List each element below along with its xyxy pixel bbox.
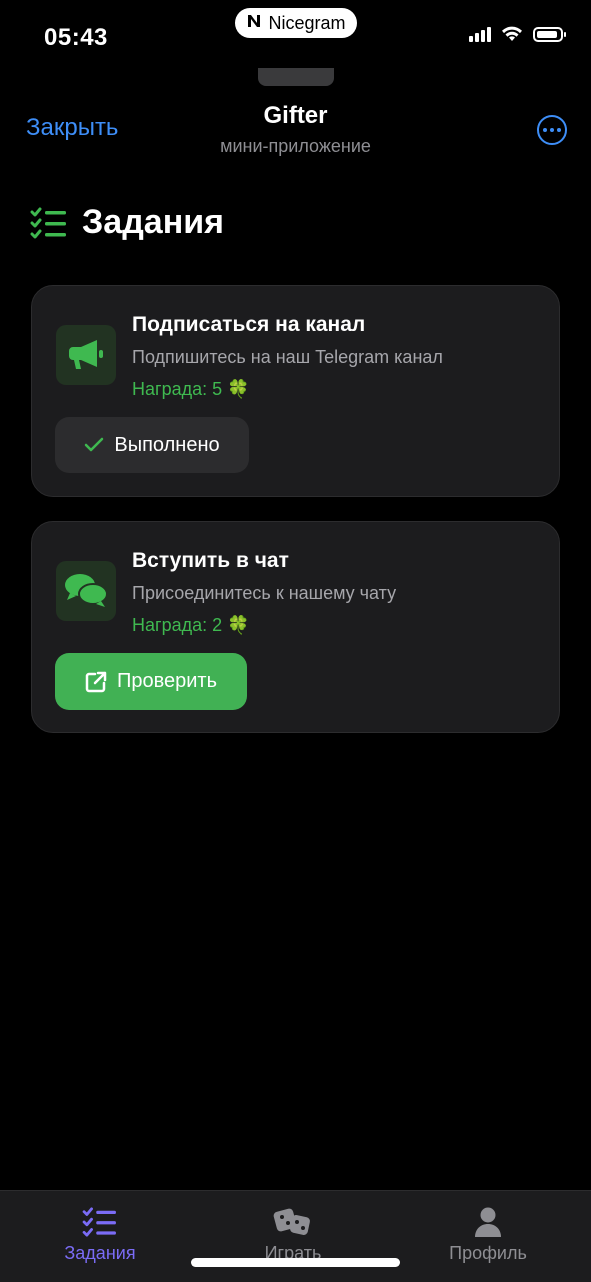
chat-bubbles-icon [65,574,108,607]
nav-item-tasks[interactable]: Задания [35,1205,165,1264]
checklist-icon [82,1207,116,1237]
checklist-icon [30,207,66,238]
megaphone-icon [69,340,103,369]
task-title: Подписаться на канал [132,313,366,336]
task-description: Присоединитесь к нашему чату [132,583,397,603]
task-icon-container [56,561,116,621]
status-bar: 05:43 Nicegram [0,0,591,70]
check-task-button[interactable]: Проверить [55,653,247,710]
task-button-label: Выполнено [114,433,220,456]
signal-icon [469,26,491,42]
user-icon [475,1207,501,1237]
page-title: Задания [82,203,224,241]
nav-label: Профиль [449,1243,527,1263]
nicegram-logo-icon [246,13,262,34]
wifi-icon [502,26,522,41]
dice-icon [273,1208,310,1235]
sheet-handle [258,68,334,86]
nicegram-label: Nicegram [268,12,346,33]
app-title: Gifter [263,102,328,129]
task-icon-container [56,325,116,385]
external-link-icon [85,671,107,692]
nav-item-profile[interactable]: Профиль [423,1205,553,1264]
task-card-join-chat: Вступить в чат Присоединитесь к нашему ч… [31,521,560,733]
task-card-subscribe: Подписаться на канал Подпишитесь на наш … [31,285,560,497]
checkmark-icon [85,437,104,452]
task-reward: Награда: 5 🍀 [132,379,250,399]
status-icons [469,26,566,42]
status-time: 05:43 [44,24,108,51]
nav-item-play[interactable]: Играть [228,1205,358,1264]
nav-label: Задания [64,1243,136,1263]
task-description: Подпишитесь на наш Telegram канал [132,347,443,367]
page-heading: Задания [30,203,224,242]
nicegram-pill: Nicegram [235,8,357,38]
task-reward: Награда: 2 🍀 [132,615,250,635]
task-button-label: Проверить [116,670,218,692]
battery-icon [533,26,566,42]
task-completed-button: Выполнено [55,417,249,473]
home-indicator [191,1258,400,1267]
app-subtitle: мини-приложение [220,136,371,156]
task-title: Вступить в чат [132,549,289,572]
bottom-nav: Задания Играть Профиль [0,1190,591,1282]
more-options-button[interactable] [537,115,567,145]
